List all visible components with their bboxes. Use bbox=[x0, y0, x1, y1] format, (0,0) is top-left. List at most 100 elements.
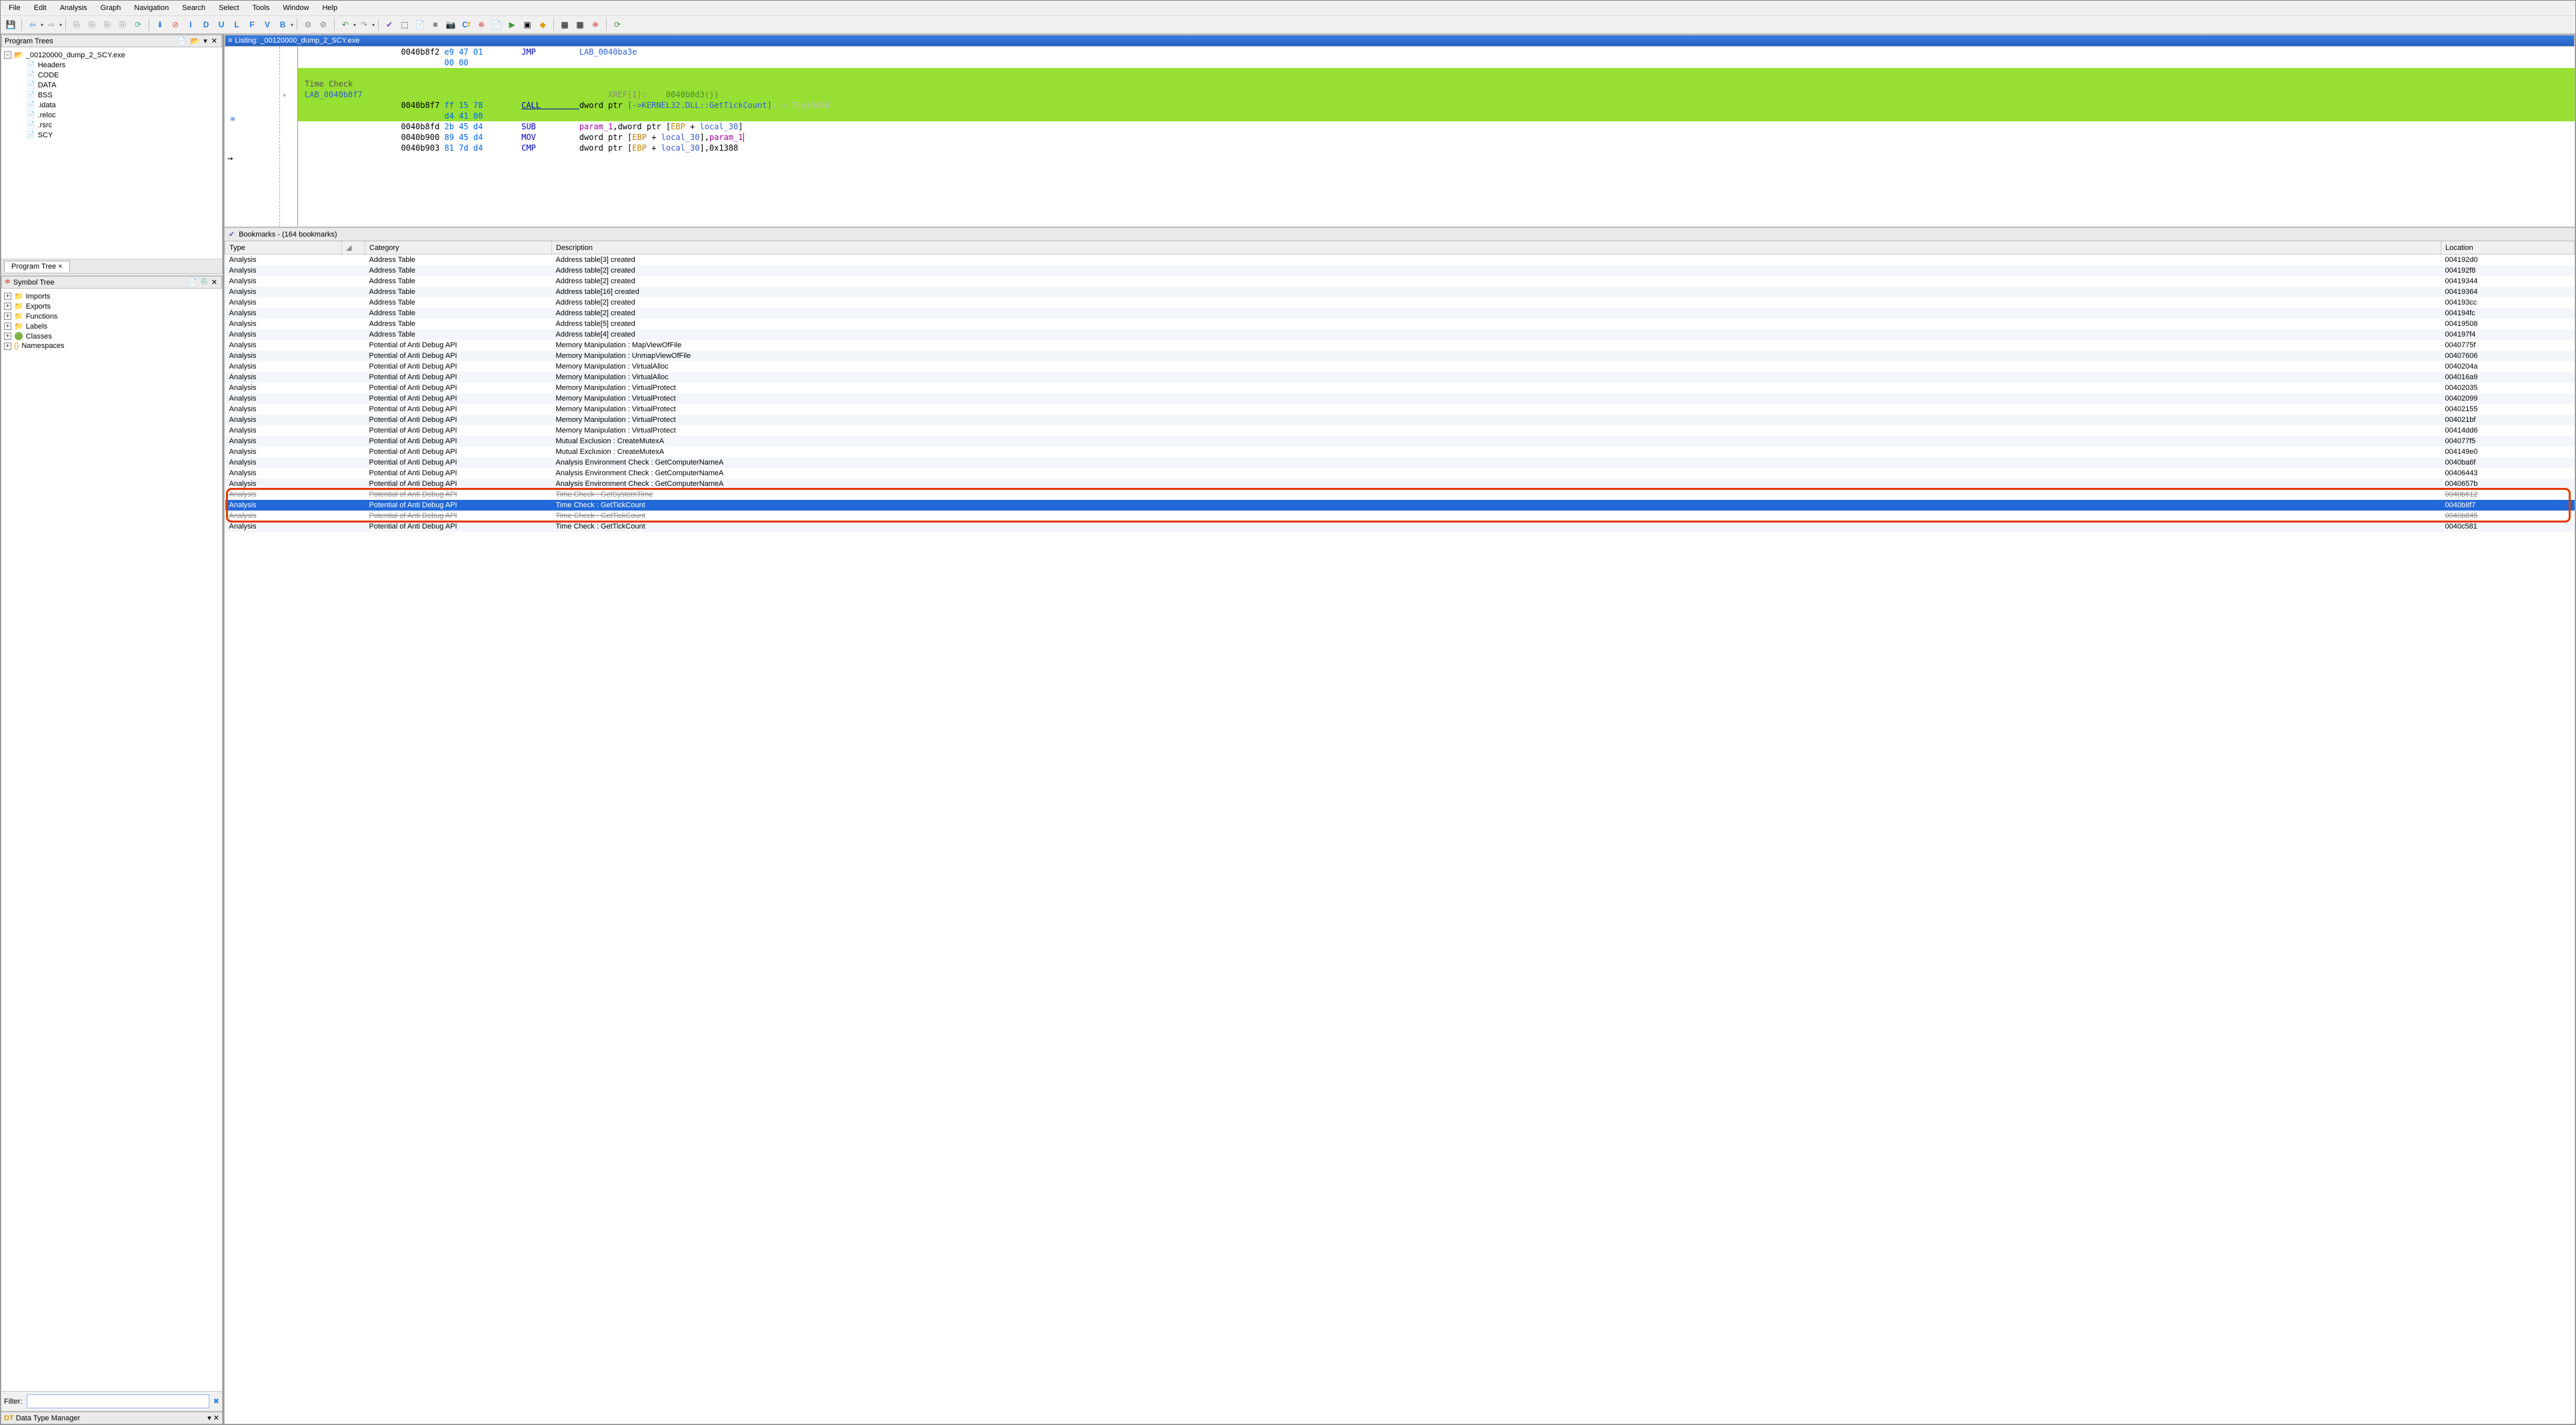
listing-line[interactable]: 00 00 bbox=[298, 57, 2575, 68]
st-action2-icon[interactable]: ⎘ bbox=[200, 278, 209, 287]
bookmark-row[interactable]: AnalysisPotential of Anti Debug APIMemor… bbox=[225, 415, 2575, 425]
menu-tools[interactable]: Tools bbox=[247, 2, 275, 14]
puzzle-icon[interactable]: ⚙ bbox=[301, 17, 315, 32]
symbol-item[interactable]: +📁Functions bbox=[4, 311, 219, 321]
letter-l[interactable]: L bbox=[229, 17, 244, 32]
undo-icon[interactable]: ↶ bbox=[338, 17, 353, 32]
tree-item[interactable]: 📄CODE bbox=[16, 70, 219, 80]
bookmark-row[interactable]: AnalysisPotential of Anti Debug APIMemor… bbox=[225, 351, 2575, 361]
menu-file[interactable]: File bbox=[3, 2, 26, 14]
bookmark-row[interactable]: AnalysisPotential of Anti Debug APIMemor… bbox=[225, 372, 2575, 383]
filter-input[interactable] bbox=[27, 1394, 209, 1408]
menu-search[interactable]: Search bbox=[177, 2, 211, 14]
stop-icon[interactable]: ⊘ bbox=[168, 17, 183, 32]
bookmark-row[interactable]: AnalysisPotential of Anti Debug APIMemor… bbox=[225, 383, 2575, 393]
bookmark-row[interactable]: AnalysisPotential of Anti Debug APITime … bbox=[225, 521, 2575, 532]
expander-icon[interactable]: − bbox=[4, 51, 11, 59]
expander-icon[interactable]: + bbox=[4, 313, 11, 320]
listing-line[interactable]: 0040b8fd 2b 45 d4 SUB param_1,dword ptr … bbox=[298, 121, 2575, 132]
menu-navigation[interactable]: Navigation bbox=[129, 2, 174, 14]
pt-action1-icon[interactable]: 📄 bbox=[176, 37, 188, 45]
diamond-icon[interactable]: ◆ bbox=[535, 17, 550, 32]
symbol-item[interactable]: +{}Namespaces bbox=[4, 341, 219, 351]
letter-f[interactable]: F bbox=[245, 17, 259, 32]
bookmark-row[interactable]: AnalysisPotential of Anti Debug APIMemor… bbox=[225, 393, 2575, 404]
bookmark-row[interactable]: AnalysisAddress TableAddress table[2] cr… bbox=[225, 297, 2575, 308]
column-header[interactable]: Location bbox=[2441, 241, 2575, 255]
listing-line[interactable]: 0040b900 89 45 d4 MOV dword ptr [EBP + l… bbox=[298, 132, 2575, 143]
bookmark-row[interactable]: AnalysisPotential of Anti Debug APIMemor… bbox=[225, 425, 2575, 436]
win1-icon[interactable]: ▦ bbox=[557, 17, 572, 32]
pt-action3-icon[interactable]: ▾ bbox=[202, 37, 209, 45]
menu-select[interactable]: Select bbox=[213, 2, 245, 14]
tree-item[interactable]: 📄.rsrc bbox=[16, 120, 219, 130]
down-arrow-icon[interactable]: ⬇ bbox=[153, 17, 167, 32]
st-action1-icon[interactable]: 📄 bbox=[187, 278, 199, 287]
menu-edit[interactable]: Edit bbox=[29, 2, 52, 14]
win2-icon[interactable]: ▦ bbox=[573, 17, 587, 32]
nav2-icon[interactable]: ⎘ bbox=[85, 17, 99, 32]
bookmark-row[interactable]: AnalysisPotential of Anti Debug APIMemor… bbox=[225, 361, 2575, 372]
symbol-item[interactable]: +📁Imports bbox=[4, 291, 219, 301]
page-icon[interactable]: 📄 bbox=[489, 17, 504, 32]
dtm-menu-icon[interactable]: ▾ bbox=[207, 1414, 211, 1422]
letter-b[interactable]: B bbox=[275, 17, 290, 32]
tree-item[interactable]: 📄.reloc bbox=[16, 110, 219, 120]
binary-icon[interactable]: ⬚ bbox=[397, 17, 412, 32]
column-header[interactable]: ◢ bbox=[342, 241, 365, 255]
cam-icon[interactable]: 📷 bbox=[443, 17, 458, 32]
dtm-close-icon[interactable]: ✕ bbox=[213, 1414, 219, 1422]
st-close-icon[interactable]: ✕ bbox=[210, 278, 219, 287]
nav5-icon[interactable]: ⟳ bbox=[131, 17, 145, 32]
tree-item[interactable]: 📄SCY bbox=[16, 130, 219, 140]
letter-d[interactable]: D bbox=[199, 17, 213, 32]
expander-icon[interactable]: + bbox=[4, 343, 11, 350]
symbol-item[interactable]: +📁Exports bbox=[4, 301, 219, 311]
bookmark-row[interactable]: AnalysisPotential of Anti Debug APIMutua… bbox=[225, 436, 2575, 447]
nav4-icon[interactable]: ⎘ bbox=[115, 17, 130, 32]
bookmark-row[interactable]: AnalysisPotential of Anti Debug APIMemor… bbox=[225, 404, 2575, 415]
win3-icon[interactable]: ⛯ bbox=[588, 17, 603, 32]
program-tree-tab[interactable]: Program Tree × bbox=[4, 261, 70, 272]
bookmark-row[interactable]: AnalysisAddress TableAddress table[2] cr… bbox=[225, 276, 2575, 287]
back-icon[interactable]: ⇦ bbox=[25, 17, 40, 32]
check-icon[interactable]: ✔ bbox=[382, 17, 397, 32]
play-icon[interactable]: ▶ bbox=[505, 17, 519, 32]
forward-icon[interactable]: ⇨ bbox=[44, 17, 59, 32]
listing-line[interactable]: 0040b8f7 ff 15 78 CALL dword ptr [->KERN… bbox=[298, 100, 2575, 111]
cf-icon[interactable]: Cf bbox=[459, 17, 473, 32]
sort-icon[interactable]: ◢ bbox=[346, 244, 351, 252]
listing-line[interactable]: 0040b8f2 e9 47 01 JMP LAB_0040ba3e bbox=[298, 47, 2575, 57]
bookmark-row[interactable]: AnalysisPotential of Anti Debug APIMemor… bbox=[225, 340, 2575, 351]
letter-v[interactable]: V bbox=[260, 17, 275, 32]
column-header[interactable]: Type bbox=[225, 241, 342, 255]
bookmark-row[interactable]: AnalysisPotential of Anti Debug APIMutua… bbox=[225, 447, 2575, 457]
save-icon[interactable]: 💾 bbox=[3, 17, 18, 32]
listing-line[interactable]: d4 41 00 bbox=[298, 111, 2575, 121]
listing-line[interactable]: 0040b903 81 7d d4 CMP dword ptr [EBP + l… bbox=[298, 143, 2575, 153]
bookmarks-table[interactable]: Type ◢ CategoryDescriptionLocation Analysi… bbox=[225, 241, 2575, 532]
menu-window[interactable]: Window bbox=[277, 2, 314, 14]
doc-icon[interactable]: 📄 bbox=[413, 17, 427, 32]
column-header[interactable]: Description bbox=[552, 241, 2441, 255]
chip-icon[interactable]: ▣ bbox=[520, 17, 535, 32]
bookmark-row[interactable]: AnalysisPotential of Anti Debug APITime … bbox=[225, 500, 2575, 511]
expander-icon[interactable]: + bbox=[4, 293, 11, 300]
bookmark-row[interactable]: AnalysisPotential of Anti Debug APIAnaly… bbox=[225, 479, 2575, 489]
refresh-icon[interactable]: ⟳ bbox=[610, 17, 625, 32]
symbol-tree[interactable]: +📁Imports+📁Exports+📁Functions+📁Labels+🟢C… bbox=[1, 289, 222, 1391]
nav1-icon[interactable]: ⎘ bbox=[69, 17, 84, 32]
bookmark-row[interactable]: AnalysisPotential of Anti Debug APIAnaly… bbox=[225, 457, 2575, 468]
bookmark-row[interactable]: AnalysisAddress TableAddress table[2] cr… bbox=[225, 308, 2575, 319]
filter-clear-icon[interactable]: ✖ bbox=[213, 1397, 219, 1406]
menu-analysis[interactable]: Analysis bbox=[55, 2, 93, 14]
listing-line[interactable] bbox=[298, 68, 2575, 79]
tree-item[interactable]: 📄.idata bbox=[16, 100, 219, 110]
program-tree[interactable]: − 📂 _00120000_dump_2_SCY.exe 📄Headers📄CO… bbox=[1, 47, 222, 259]
expander-icon[interactable]: + bbox=[4, 333, 11, 340]
column-header[interactable]: Category bbox=[365, 241, 552, 255]
pt-close-icon[interactable]: ✕ bbox=[210, 37, 219, 45]
bookmark-row[interactable]: AnalysisPotential of Anti Debug APIAnaly… bbox=[225, 468, 2575, 479]
symbol-item[interactable]: +🟢Classes bbox=[4, 331, 219, 341]
nav3-icon[interactable]: ⎘ bbox=[100, 17, 115, 32]
